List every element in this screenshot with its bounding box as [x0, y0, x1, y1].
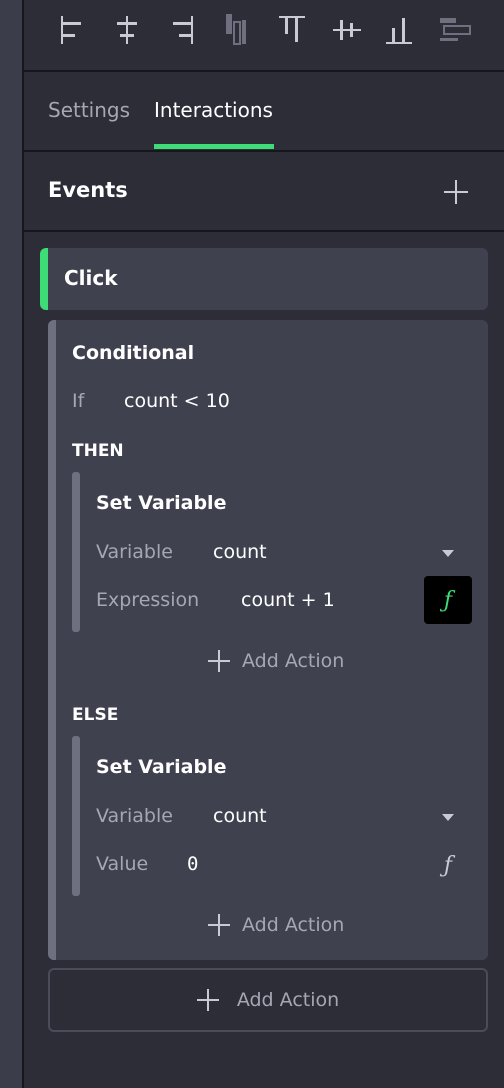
conditional-title: Conditional	[72, 342, 195, 364]
event-label: Click	[64, 266, 118, 290]
else-action-bar	[72, 736, 80, 896]
canvas-edge	[0, 0, 22, 1088]
else-value-label: Value	[96, 853, 149, 875]
then-label: THEN	[72, 441, 124, 461]
function-icon: ƒ	[443, 587, 453, 613]
align-top-icon[interactable]	[275, 12, 309, 48]
event-click-card[interactable]: Click	[40, 248, 488, 310]
else-action-title: Set Variable	[96, 756, 227, 778]
plus-icon	[444, 180, 468, 204]
tabs-divider	[24, 150, 504, 152]
then-expression-input[interactable]: count + 1	[241, 589, 335, 611]
toolbar-divider	[24, 70, 504, 72]
tab-settings[interactable]: Settings	[48, 98, 130, 122]
function-icon: ƒ	[443, 852, 453, 878]
event-accent-bar	[40, 248, 48, 310]
events-divider	[24, 230, 504, 232]
else-variable-label: Variable	[96, 805, 173, 827]
events-heading: Events	[48, 178, 128, 202]
function-toggle-button[interactable]: ƒ	[433, 850, 463, 880]
then-action-title: Set Variable	[96, 492, 227, 514]
distribute-horizontal-icon[interactable]	[220, 12, 254, 48]
then-expression-label: Expression	[96, 589, 200, 611]
condition-input[interactable]: count < 10	[124, 390, 230, 412]
then-variable-label: Variable	[96, 541, 173, 563]
conditional-action[interactable]: Conditional If count < 10 THEN Set Varia…	[48, 320, 488, 960]
else-value-input[interactable]: 0	[187, 853, 198, 875]
alignment-toolbar	[24, 0, 504, 70]
align-left-icon[interactable]	[55, 12, 89, 48]
then-add-action-button[interactable]: Add Action	[208, 650, 344, 672]
tab-interactions[interactable]: Interactions	[154, 98, 273, 122]
inspector-panel: Settings Interactions Events Click Condi…	[24, 0, 504, 1088]
align-horizontal-center-icon[interactable]	[110, 12, 144, 48]
add-action-label: Add Action	[242, 914, 345, 936]
else-variable-select[interactable]: count	[213, 805, 267, 827]
conditional-bar	[48, 320, 56, 960]
plus-icon	[196, 989, 219, 1011]
chevron-down-icon[interactable]	[442, 814, 454, 821]
plus-icon	[208, 914, 230, 936]
then-variable-select[interactable]: count	[213, 541, 267, 563]
chevron-down-icon[interactable]	[442, 550, 454, 557]
align-right-icon[interactable]	[165, 12, 199, 48]
distribute-vertical-icon[interactable]	[438, 12, 472, 48]
add-action-label: Add Action	[236, 989, 340, 1011]
else-set-variable-action[interactable]: Set Variable Variable count Value 0 ƒ	[72, 736, 472, 896]
if-label: If	[72, 390, 85, 412]
add-action-button[interactable]: Add Action	[48, 968, 488, 1032]
else-add-action-button[interactable]: Add Action	[208, 914, 344, 936]
function-toggle-button[interactable]: ƒ	[424, 576, 472, 624]
plus-icon	[208, 650, 230, 672]
active-tab-indicator	[154, 144, 274, 149]
align-bottom-icon[interactable]	[382, 12, 416, 48]
else-label: ELSE	[72, 705, 119, 725]
align-vertical-center-icon[interactable]	[330, 12, 364, 48]
then-action-bar	[72, 472, 80, 632]
add-action-label: Add Action	[242, 650, 345, 672]
then-set-variable-action[interactable]: Set Variable Variable count Expression c…	[72, 472, 472, 632]
add-event-button[interactable]	[444, 180, 468, 204]
